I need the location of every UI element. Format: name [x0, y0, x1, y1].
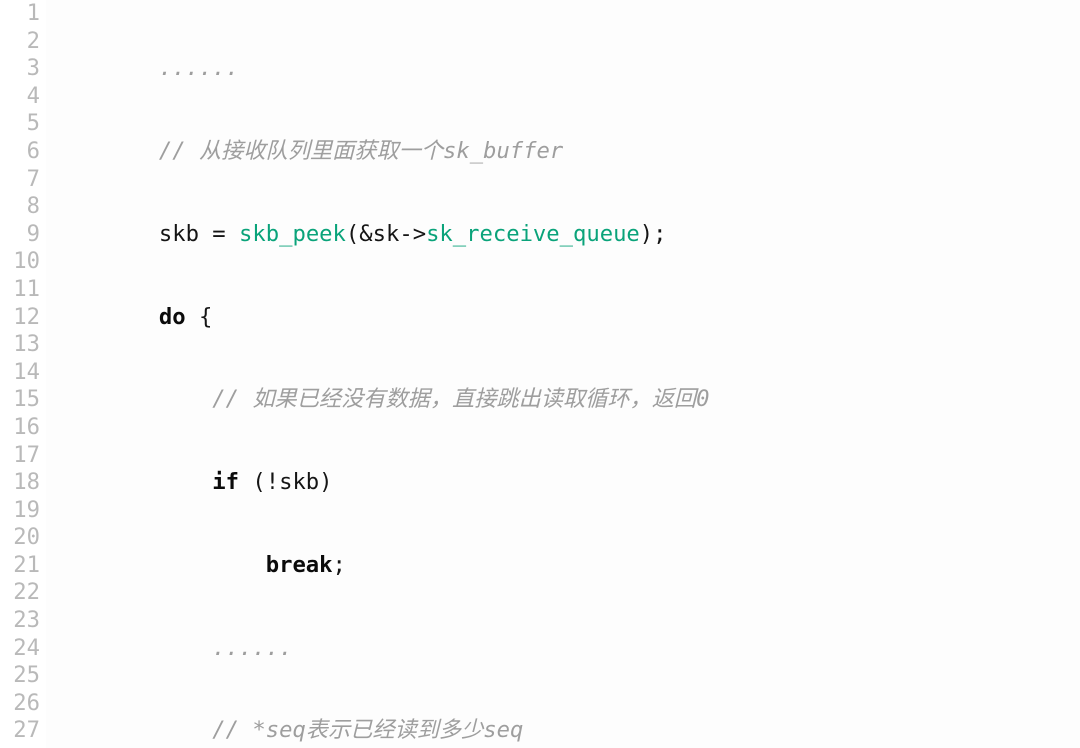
line-number: 24	[0, 635, 40, 663]
line-number: 8	[0, 193, 40, 221]
line-number: 10	[0, 248, 40, 276]
line-number-gutter: 1234567891011121314151617181920212223242…	[0, 0, 46, 748]
line-number: 3	[0, 55, 40, 83]
code-text: ......	[159, 55, 239, 81]
line-number: 25	[0, 662, 40, 690]
code-comment: // 如果已经没有数据，直接跳出读取循环，返回0	[212, 386, 709, 412]
line-number: 5	[0, 110, 40, 138]
line-number: 15	[0, 386, 40, 414]
line-number: 4	[0, 83, 40, 111]
line-number: 9	[0, 221, 40, 249]
line-number: 6	[0, 138, 40, 166]
code-comment: // 从接收队列里面获取一个sk_buffer	[159, 138, 563, 164]
line-number: 2	[0, 28, 40, 56]
line-number: 12	[0, 304, 40, 332]
line-number: 13	[0, 331, 40, 359]
line-number: 26	[0, 690, 40, 718]
line-number: 20	[0, 524, 40, 552]
line-number: 16	[0, 414, 40, 442]
line-number: 27	[0, 717, 40, 745]
line-number: 18	[0, 469, 40, 497]
line-number: 22	[0, 579, 40, 607]
line-number: 23	[0, 607, 40, 635]
line-number: 17	[0, 442, 40, 470]
line-number: 14	[0, 359, 40, 387]
code-area[interactable]: ...... // 从接收队列里面获取一个sk_buffer skb = skb…	[46, 0, 1080, 748]
line-number: 21	[0, 552, 40, 580]
code-comment: // *seq表示已经读到多少seq	[212, 717, 523, 743]
line-number: 7	[0, 166, 40, 194]
line-number: 19	[0, 497, 40, 525]
line-number: 1	[0, 0, 40, 28]
code-editor: 1234567891011121314151617181920212223242…	[0, 0, 1080, 748]
line-number: 11	[0, 276, 40, 304]
